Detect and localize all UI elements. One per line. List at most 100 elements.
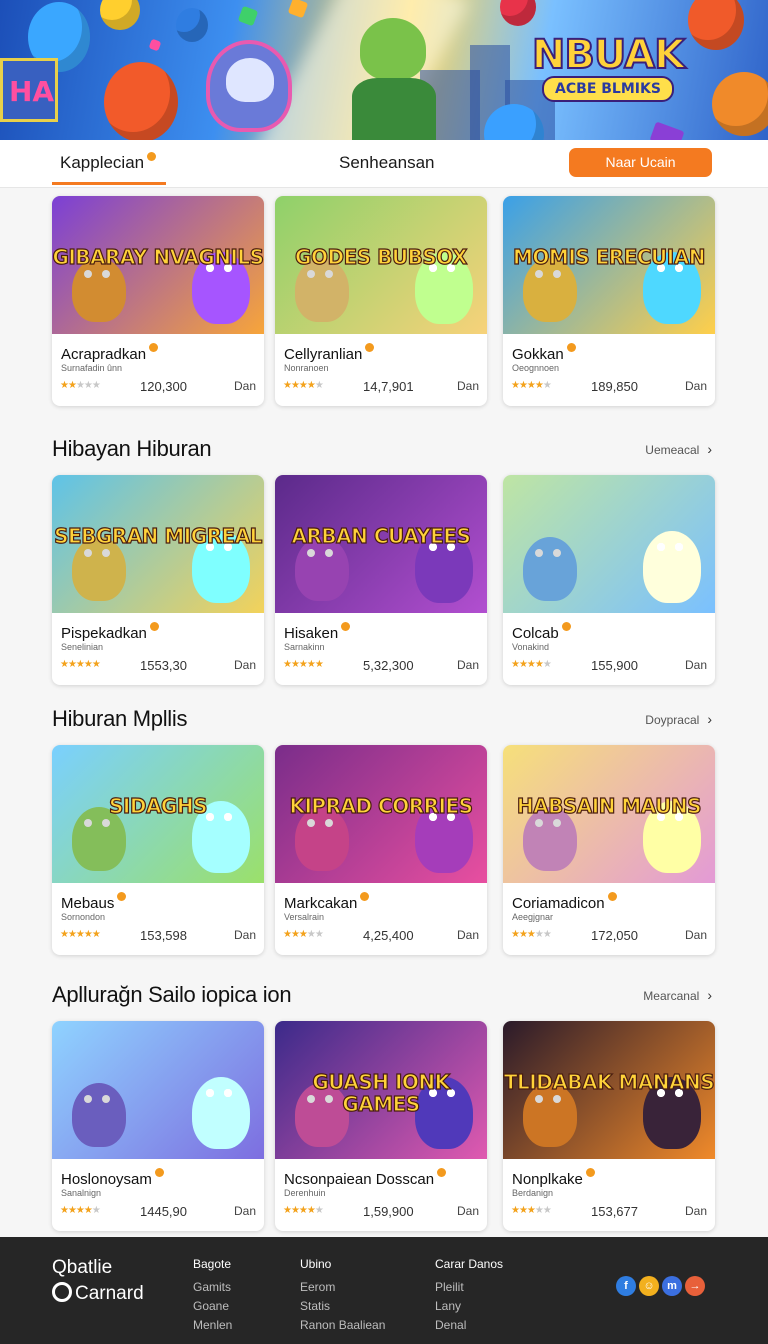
- badge-dot-icon: [341, 622, 351, 631]
- game-thumbnail-title: KIPRAD CORRIES: [289, 794, 474, 818]
- chevron-right-icon: ›: [707, 987, 712, 1003]
- play-count: 153,598: [140, 928, 187, 943]
- footer-link[interactable]: Eerom: [300, 1280, 385, 1294]
- star-rating: ★★★★★: [511, 380, 552, 391]
- play-count: 1553,30: [140, 658, 187, 673]
- game-title[interactable]: Hoslonoysam: [61, 1168, 164, 1188]
- game-title[interactable]: Coriamadicon: [512, 892, 617, 912]
- game-thumbnail[interactable]: SEBGRAN MIGREAL: [52, 475, 264, 613]
- game-subtitle: Sanalnign: [61, 1188, 102, 1198]
- game-thumbnail[interactable]: TLIDABAK MANANS: [503, 1021, 715, 1159]
- game-thumbnail[interactable]: KIPRAD CORRIES: [275, 745, 487, 883]
- game-card[interactable]: MOMIS ERECUIAN Gokkan Oeognnoen ★★★★★ 189,85…: [503, 196, 715, 406]
- footer-link[interactable]: Pleilit: [435, 1280, 503, 1294]
- nav-tab-active[interactable]: Kapplecian: [52, 152, 167, 185]
- game-title-label: Ncsonpaiean Dosscan: [284, 1171, 435, 1188]
- messenger-icon[interactable]: m: [662, 1276, 682, 1296]
- game-card[interactable]: TLIDABAK MANANS Nonplkake Berdanign ★★★★★ 15…: [503, 1021, 715, 1231]
- footer-link[interactable]: Goane: [193, 1299, 232, 1313]
- game-thumbnail[interactable]: MOMIS ERECUIAN: [503, 196, 715, 334]
- price-label: Dan: [684, 928, 707, 942]
- game-title[interactable]: Mebaus: [61, 892, 127, 912]
- star-rating: ★★★★★: [60, 659, 101, 670]
- see-more-label: Doypracal: [645, 713, 700, 727]
- footer-column-heading: Bagote: [193, 1257, 232, 1271]
- footer-link[interactable]: Gamits: [193, 1280, 232, 1294]
- badge-dot-icon: [154, 1168, 164, 1177]
- badge-dot-icon: [360, 892, 370, 901]
- footer-link[interactable]: Ranon Baaliean: [300, 1318, 385, 1332]
- game-card[interactable]: ARBAN CUAYEES Hisaken Sarnakinn ★★★★★ 5,32,3…: [275, 475, 487, 685]
- game-thumbnail[interactable]: HABSAIN MAUNS: [503, 745, 715, 883]
- game-title[interactable]: Colcab: [512, 622, 571, 642]
- game-thumbnail[interactable]: GUASH IONK GAMES: [275, 1021, 487, 1159]
- game-card[interactable]: Hoslonoysam Sanalnign ★★★★★ 1445,90 Dan: [52, 1021, 264, 1231]
- game-title[interactable]: Cellyranlian: [284, 343, 375, 363]
- nav-cta-button[interactable]: Naar Ucain: [569, 148, 712, 177]
- game-card[interactable]: SIDAGHS Mebaus Sornondon ★★★★★ 153,598 Dan: [52, 745, 264, 955]
- section-see-more-link[interactable]: Mearcanal ›: [643, 987, 712, 1003]
- game-title-label: Hoslonoysam: [61, 1171, 152, 1188]
- badge-dot-icon: [566, 343, 576, 352]
- chat-icon[interactable]: ☺: [639, 1276, 659, 1296]
- game-title[interactable]: Acrapradkan: [61, 343, 159, 363]
- badge-dot-icon: [437, 1168, 447, 1177]
- footer-link[interactable]: Menlen: [193, 1318, 232, 1332]
- play-count: 153,677: [591, 1204, 638, 1219]
- game-title[interactable]: Pispekadkan: [61, 622, 159, 642]
- footer: Qbatlie Carnard Bagote Gamits Goane Menl…: [0, 1237, 768, 1344]
- game-card[interactable]: GUASH IONK GAMES Ncsonpaiean Dosscan Deren…: [275, 1021, 487, 1231]
- game-title[interactable]: Ncsonpaiean Dosscan: [284, 1168, 447, 1188]
- star-rating: ★★★★★: [60, 380, 101, 391]
- footer-link[interactable]: Lany: [435, 1299, 503, 1313]
- game-card[interactable]: Colcab Vonakind ★★★★★ 155,900 Dan: [503, 475, 715, 685]
- game-card[interactable]: HABSAIN MAUNS Coriamadicon Aeegjgnar ★★★★★ 1…: [503, 745, 715, 955]
- game-title-label: Pispekadkan: [61, 625, 147, 642]
- play-count: 5,32,300: [363, 658, 414, 673]
- price-label: Dan: [684, 1204, 707, 1218]
- game-thumbnail[interactable]: [503, 475, 715, 613]
- character-illustration: [523, 537, 577, 601]
- price-label: Dan: [456, 1204, 479, 1218]
- badge-dot-icon: [561, 622, 571, 631]
- footer-link[interactable]: Statis: [300, 1299, 385, 1313]
- facebook-icon[interactable]: f: [616, 1276, 636, 1296]
- star-rating: ★★★★★: [511, 929, 552, 940]
- game-thumbnail[interactable]: ARBAN CUAYEES: [275, 475, 487, 613]
- badge-dot-icon: [585, 1168, 595, 1177]
- price-label: Dan: [233, 928, 256, 942]
- game-card[interactable]: SEBGRAN MIGREAL Pispekadkan Senelinian ★★★★…: [52, 475, 264, 685]
- game-thumbnail[interactable]: GIBARAY NVAGNILS: [52, 196, 264, 334]
- see-more-label: Uemeacal: [645, 443, 700, 457]
- section-see-more-link[interactable]: Uemeacal ›: [645, 441, 712, 457]
- play-count: 1445,90: [140, 1204, 187, 1219]
- game-title[interactable]: Markcakan: [284, 892, 370, 912]
- footer-link[interactable]: Denal: [435, 1318, 503, 1332]
- price-label: Dan: [456, 928, 479, 942]
- game-thumbnail[interactable]: [52, 1021, 264, 1159]
- share-icon[interactable]: →: [685, 1276, 705, 1296]
- character-illustration: [643, 531, 701, 603]
- game-title[interactable]: Gokkan: [512, 343, 576, 363]
- footer-brand[interactable]: Qbatlie Carnard: [52, 1255, 144, 1307]
- game-subtitle: Senelinian: [61, 642, 104, 652]
- game-subtitle: Versalrain: [284, 912, 325, 922]
- game-card[interactable]: GODES BUBSOX Cellyranlian Nonranoen ★★★★★ 14…: [275, 196, 487, 406]
- nav-tab-center[interactable]: Senheansan: [339, 153, 434, 173]
- price-label: Dan: [684, 658, 707, 672]
- game-subtitle: Nonranoen: [284, 363, 329, 373]
- footer-brand-line1: Qbatlie: [52, 1257, 113, 1278]
- game-title[interactable]: Nonplkake: [512, 1168, 595, 1188]
- game-title-label: Nonplkake: [512, 1171, 583, 1188]
- game-card[interactable]: KIPRAD CORRIES Markcakan Versalrain ★★★★★ 4,…: [275, 745, 487, 955]
- price-label: Dan: [233, 1204, 256, 1218]
- section-see-more-link[interactable]: Doypracal ›: [645, 711, 712, 727]
- play-count: 1,59,900: [363, 1204, 414, 1219]
- game-card[interactable]: GIBARAY NVAGNILS Acrapradkan Surnafadin ûn…: [52, 196, 264, 406]
- footer-column-3: Carar Danos Pleilit Lany Denal: [435, 1257, 503, 1337]
- game-thumbnail[interactable]: SIDAGHS: [52, 745, 264, 883]
- badge-dot-icon: [117, 892, 127, 901]
- game-thumbnail[interactable]: GODES BUBSOX: [275, 196, 487, 334]
- game-title[interactable]: Hisaken: [284, 622, 351, 642]
- section-title: Hiburan Mpllis: [52, 706, 188, 731]
